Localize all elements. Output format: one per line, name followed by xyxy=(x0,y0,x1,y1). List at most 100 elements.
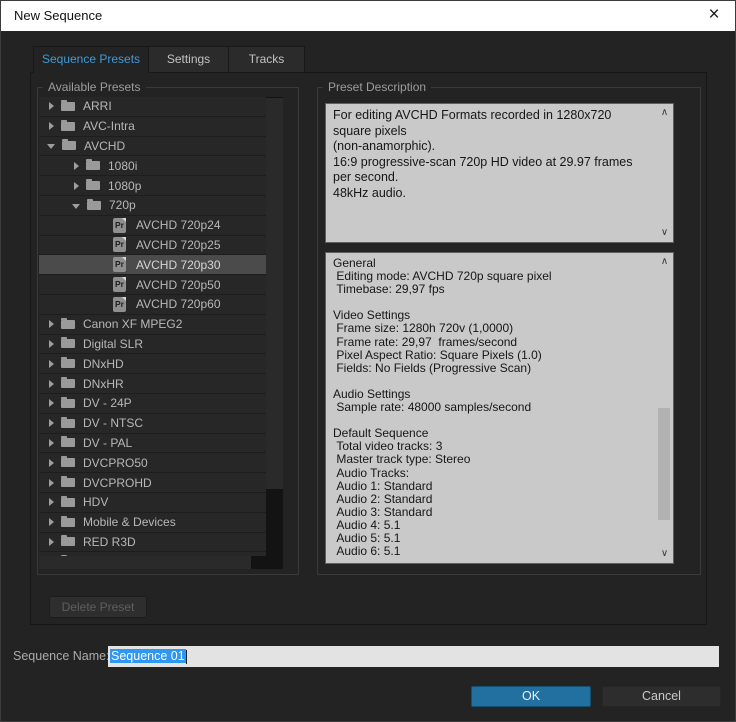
tree-horizontal-scrollbar[interactable] xyxy=(39,556,283,569)
tree-item-mobile-devices[interactable]: Mobile & Devices xyxy=(39,512,266,533)
tab-settings[interactable]: Settings xyxy=(149,46,229,73)
preset-pr-icon: Pr xyxy=(113,277,126,293)
sequence-name-label: Sequence Name: xyxy=(13,649,110,663)
preset-details-box[interactable]: General Editing mode: AVCHD 720p square … xyxy=(325,252,674,564)
tree-item-dv-pal[interactable]: DV - PAL xyxy=(39,433,266,454)
expand-triangle-icon[interactable] xyxy=(49,379,54,388)
tree-item-label: Canon XF MPEG2 xyxy=(83,317,183,332)
available-presets-label: Available Presets xyxy=(43,80,146,94)
expand-triangle-icon[interactable] xyxy=(49,320,54,329)
folder-icon xyxy=(61,436,75,448)
tree-item-label: AVCHD 720p60 xyxy=(136,297,221,312)
preset-details-text: General Editing mode: AVCHD 720p square … xyxy=(333,257,552,559)
folder-icon xyxy=(61,119,75,131)
tree-item-label: DNxHR xyxy=(83,376,124,391)
new-sequence-dialog: New Sequence × Sequence Presets Settings… xyxy=(0,0,736,722)
expand-triangle-icon[interactable] xyxy=(49,399,54,408)
tree-item-label: DV - NTSC xyxy=(83,416,143,431)
preset-pr-icon: Pr xyxy=(113,257,126,273)
sequence-name-input[interactable]: Sequence 01 xyxy=(108,646,719,667)
folder-icon xyxy=(61,99,75,111)
expand-triangle-icon[interactable] xyxy=(49,537,54,546)
tree-vertical-scrollbar[interactable] xyxy=(266,97,283,556)
close-icon[interactable]: × xyxy=(693,1,735,31)
preset-description-box[interactable]: For editing AVCHD Formats recorded in 12… xyxy=(325,103,674,243)
preset-description-text: For editing AVCHD Formats recorded in 12… xyxy=(333,108,633,200)
tab-sequence-presets[interactable]: Sequence Presets xyxy=(33,46,149,73)
folder-icon xyxy=(61,337,75,349)
expand-triangle-icon[interactable] xyxy=(74,181,79,190)
tree-item-avchd-720p60[interactable]: Pr AVCHD 720p60 xyxy=(39,294,266,315)
tree-item-arri[interactable]: ARRI xyxy=(39,97,266,117)
expand-triangle-icon[interactable] xyxy=(49,419,54,428)
scroll-down-icon[interactable]: ∨ xyxy=(656,226,673,240)
tree-item-avchd-720p24[interactable]: Pr AVCHD 720p24 xyxy=(39,215,266,236)
cancel-button[interactable]: Cancel xyxy=(602,686,721,707)
ok-button[interactable]: OK xyxy=(471,686,591,707)
tree-item-label: DV - PAL xyxy=(83,435,133,450)
tree-item-label: AVC-Intra xyxy=(83,119,135,134)
expand-triangle-icon[interactable] xyxy=(49,498,54,507)
tree-item-hdv[interactable]: HDV xyxy=(39,492,266,513)
scroll-up-icon[interactable]: ∧ xyxy=(656,106,673,120)
collapse-triangle-icon[interactable] xyxy=(47,144,55,150)
tree-horizontal-scrollbar-thumb[interactable] xyxy=(39,556,251,569)
collapse-triangle-icon[interactable] xyxy=(72,203,80,209)
preset-pr-icon: Pr xyxy=(113,237,126,253)
delete-preset-button[interactable]: Delete Preset xyxy=(49,596,147,618)
dialog-title: New Sequence xyxy=(14,8,103,23)
folder-icon xyxy=(86,159,100,171)
expand-triangle-icon[interactable] xyxy=(49,518,54,527)
preset-description-label: Preset Description xyxy=(323,80,432,94)
tree-item-dv-ntsc[interactable]: DV - NTSC xyxy=(39,413,266,434)
tree-item-canon-xf-mpeg2[interactable]: Canon XF MPEG2 xyxy=(39,314,266,335)
folder-icon xyxy=(61,357,75,369)
tree-item-dnxhr[interactable]: DNxHR xyxy=(39,374,266,394)
expand-triangle-icon[interactable] xyxy=(49,458,54,467)
tab-bar: Sequence Presets Settings Tracks xyxy=(33,46,305,73)
scroll-up-icon[interactable]: ∧ xyxy=(656,255,673,269)
expand-triangle-icon[interactable] xyxy=(49,438,54,447)
text-caret xyxy=(185,649,187,664)
tree-item-avchd-720p50[interactable]: Pr AVCHD 720p50 xyxy=(39,275,266,295)
tree-item-dnxhd[interactable]: DNxHD xyxy=(39,354,266,375)
tree-item-720p[interactable]: 720p xyxy=(39,195,266,216)
tree-item-label: AVCHD 720p50 xyxy=(136,277,221,292)
tree-vertical-scrollbar-thumb[interactable] xyxy=(266,98,283,489)
expand-triangle-icon[interactable] xyxy=(49,339,54,348)
folder-icon xyxy=(61,396,75,408)
tree-item-red-r3d[interactable]: RED R3D xyxy=(39,532,266,553)
tree-item-label: DVCPROHD xyxy=(83,475,152,490)
tree-item-1080i[interactable]: 1080i xyxy=(39,156,266,177)
tree-item-digital-slr[interactable]: Digital SLR xyxy=(39,334,266,355)
folder-icon xyxy=(61,416,75,428)
description-scrollbar[interactable]: ∧ ∨ xyxy=(656,104,673,242)
sequence-name-selected-text: Sequence 01 xyxy=(110,649,186,663)
tree-item-dvcprohd[interactable]: DVCPROHD xyxy=(39,473,266,493)
tree-item-1080p[interactable]: 1080p xyxy=(39,176,266,196)
tree-item-avchd-720p25[interactable]: Pr AVCHD 720p25 xyxy=(39,235,266,256)
details-scrollbar[interactable]: ∧ ∨ xyxy=(656,253,673,563)
expand-triangle-icon[interactable] xyxy=(49,122,54,131)
tab-tracks[interactable]: Tracks xyxy=(229,46,305,73)
folder-icon xyxy=(87,198,101,210)
tree-item-dvcpro50[interactable]: DVCPRO50 xyxy=(39,453,266,474)
tree-item-dv-24p[interactable]: DV - 24P xyxy=(39,393,266,414)
tree-item-avchd-720p30[interactable]: Pr AVCHD 720p30 xyxy=(39,255,266,276)
tree-item-label: 1080p xyxy=(108,178,142,193)
expand-triangle-icon[interactable] xyxy=(49,102,54,111)
tree-item-label: 1080i xyxy=(108,158,138,173)
folder-icon xyxy=(61,535,75,547)
tree-item-label: AVCHD 720p24 xyxy=(136,218,221,233)
tree-item-label: DNxHD xyxy=(83,356,124,371)
expand-triangle-icon[interactable] xyxy=(74,161,79,170)
tree-item-avchd[interactable]: AVCHD xyxy=(39,136,266,157)
details-scrollbar-thumb[interactable] xyxy=(658,408,670,520)
tree-item-label: AVCHD 720p25 xyxy=(136,237,221,252)
titlebar: New Sequence × xyxy=(1,1,735,31)
folder-icon xyxy=(61,515,75,527)
expand-triangle-icon[interactable] xyxy=(49,478,54,487)
tree-item-avc-intra[interactable]: AVC-Intra xyxy=(39,116,266,137)
scroll-down-icon[interactable]: ∨ xyxy=(656,547,673,561)
expand-triangle-icon[interactable] xyxy=(49,359,54,368)
